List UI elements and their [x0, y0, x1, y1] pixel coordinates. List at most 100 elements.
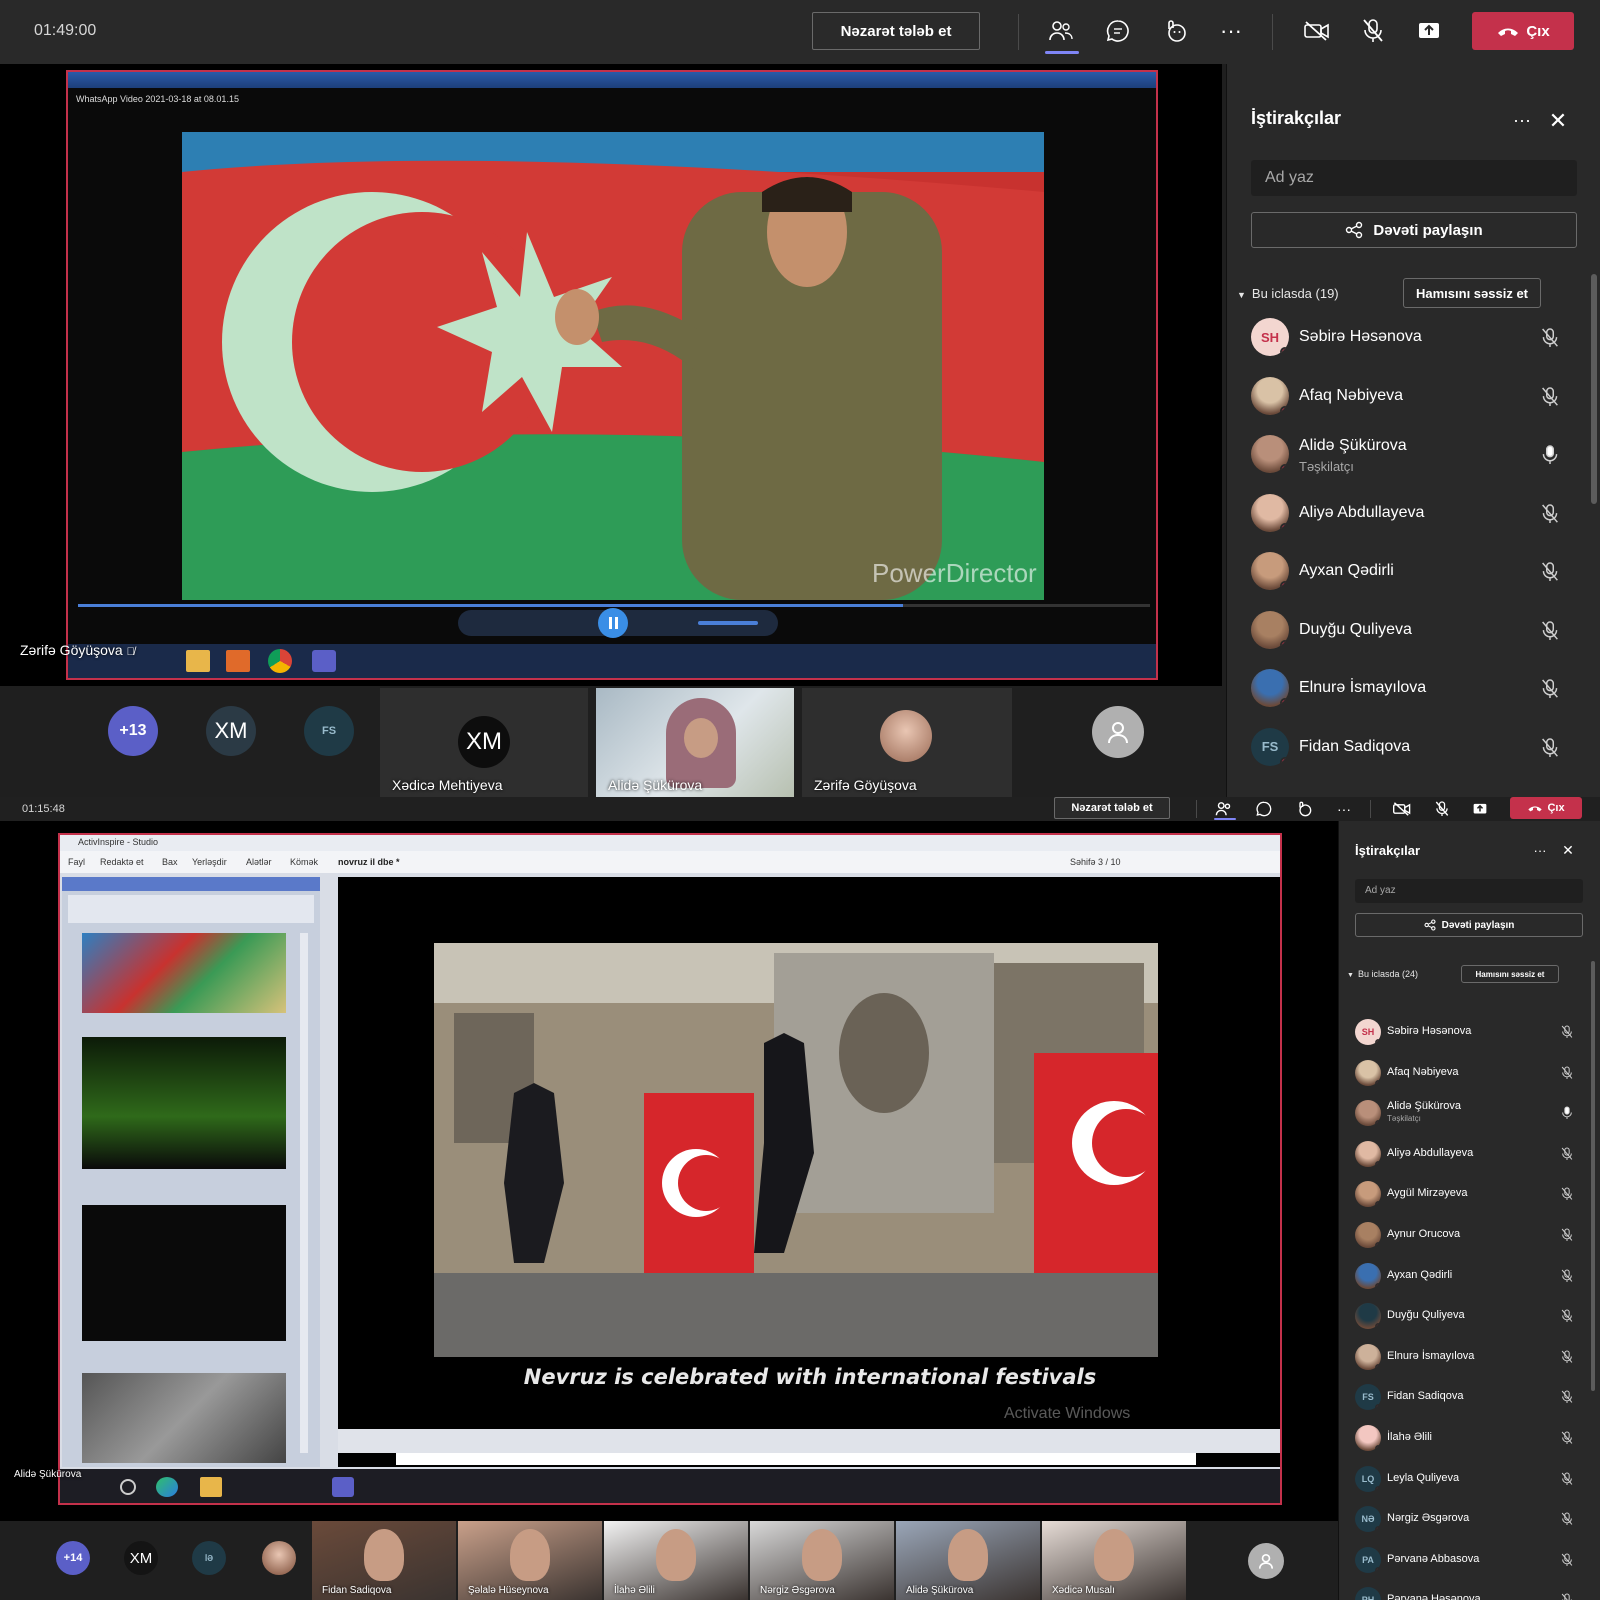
mute-all-button[interactable]: Hamısını səssiz et [1461, 965, 1559, 983]
participant-row[interactable]: PH Pərvanə Həsənova [1339, 1587, 1600, 1600]
mic-off-icon[interactable] [1561, 1228, 1573, 1247]
mic-off-icon[interactable] [1561, 1431, 1573, 1450]
mic-icon[interactable] [1561, 1106, 1573, 1125]
mic-off-icon[interactable] [1561, 1066, 1573, 1085]
mic-off-icon[interactable] [1561, 1309, 1573, 1328]
menu-fayl[interactable]: Fayl [68, 857, 85, 867]
participant-row[interactable]: Aygül Mirzəyeva [1339, 1181, 1600, 1222]
participant-row[interactable]: SH Səbirə Həsənova [1227, 318, 1600, 377]
mic-off-icon[interactable] [1561, 1269, 1573, 1288]
participant-row[interactable]: FS Fidan Sadiqova [1227, 727, 1600, 787]
participant-row[interactable]: LQ Leyla Quliyeva [1339, 1465, 1600, 1507]
participant-row[interactable]: Ayxan Qədirli [1339, 1262, 1600, 1304]
page-thumbnail[interactable] [82, 933, 286, 1013]
video-tile[interactable]: Alidə Şükürova [596, 688, 794, 797]
reactions-icon[interactable] [1294, 799, 1314, 819]
in-meeting-section[interactable]: ▼ Bu iclasda (24) [1347, 969, 1418, 979]
menu-edit[interactable]: Redaktə et [100, 857, 144, 867]
video-tile[interactable]: Şəlalə Hüseynova [458, 1521, 602, 1600]
mic-off-icon[interactable] [1561, 1472, 1573, 1491]
video-tile[interactable]: Xədicə Musalı [1042, 1521, 1186, 1600]
mic-off-icon[interactable] [1541, 620, 1559, 646]
page-thumbnail[interactable] [82, 1373, 286, 1463]
participant-row[interactable]: Afaq Nəbiyeva [1227, 376, 1600, 436]
teams-icon[interactable] [332, 1477, 354, 1497]
menu-tools[interactable]: Alətlər [246, 857, 272, 867]
participant-row[interactable]: Alidə Şükürova Təşkilatçı [1227, 435, 1600, 494]
search-input[interactable]: Ad yaz [1251, 160, 1577, 196]
mic-off-icon[interactable] [1561, 1147, 1573, 1166]
participant-row[interactable]: İlahə Əlili [1339, 1425, 1600, 1466]
participant-row[interactable]: Aliyə Abdullayeva [1227, 493, 1600, 553]
page-thumbnail[interactable] [82, 1205, 286, 1341]
mic-off-icon[interactable] [1432, 799, 1452, 819]
mic-off-icon[interactable] [1541, 386, 1559, 412]
progress-bar[interactable] [396, 1453, 1196, 1465]
video-tile[interactable]: İlahə Əlili [604, 1521, 748, 1600]
more-participants-bubble[interactable]: +13 [108, 706, 158, 756]
close-icon[interactable]: ✕ [1559, 841, 1577, 859]
thumb-scrollbar[interactable] [300, 933, 308, 1453]
user-placeholder-icon[interactable] [1092, 706, 1144, 758]
camera-off-icon[interactable] [1300, 14, 1334, 48]
menu-help[interactable]: Kömək [290, 857, 318, 867]
menu-view[interactable]: Bax [162, 857, 178, 867]
seek-bar[interactable] [78, 604, 1150, 607]
video-tile[interactable]: Fidan Sadiqova [312, 1521, 456, 1600]
participant-row[interactable]: SH Səbirə Həsənova [1339, 1019, 1600, 1060]
page-thumbnail[interactable] [82, 1037, 286, 1169]
folder-icon[interactable] [200, 1477, 222, 1497]
in-meeting-section[interactable]: ▼ Bu iclasda (19) [1237, 286, 1339, 301]
edge-icon[interactable] [156, 1477, 178, 1497]
participant-row[interactable]: Aliyə Abdullayeva [1339, 1140, 1600, 1182]
search-input[interactable]: Ad yaz [1355, 879, 1583, 903]
tool-palette[interactable] [68, 895, 314, 923]
participant-bubble[interactable]: İƏ [192, 1541, 226, 1575]
participant-row[interactable]: NƏ Nərgiz Əsgərova [1339, 1506, 1600, 1547]
video-tile[interactable]: Alidə Şükürova [896, 1521, 1040, 1600]
more-options-icon[interactable]: ··· [1214, 14, 1248, 48]
mic-icon[interactable] [1541, 445, 1559, 470]
leave-button[interactable]: Çıx [1510, 797, 1582, 819]
search-icon[interactable] [120, 1479, 136, 1495]
participant-row[interactable]: Elnurə İsmayılova [1339, 1343, 1600, 1385]
user-placeholder-icon[interactable] [1248, 1543, 1284, 1579]
reactions-icon[interactable] [1158, 14, 1192, 48]
pause-icon[interactable] [598, 608, 628, 638]
people-icon[interactable] [1044, 14, 1078, 48]
people-icon[interactable] [1214, 799, 1234, 819]
request-control-button[interactable]: Nəzarət tələb et [812, 12, 980, 50]
participant-bubble[interactable]: XM [124, 1541, 158, 1575]
video-tile[interactable]: XM Xədicə Mehtiyeva [380, 688, 588, 797]
participant-row[interactable]: Aynur Orucova [1339, 1222, 1600, 1263]
camera-off-icon[interactable] [1392, 799, 1412, 819]
share-screen-icon[interactable] [1412, 14, 1446, 48]
mic-off-icon[interactable] [1561, 1390, 1573, 1409]
chrome-icon[interactable] [268, 649, 292, 673]
participant-row[interactable]: Duyğu Quliyeva [1227, 610, 1600, 670]
teams-icon[interactable] [312, 650, 336, 672]
leave-button[interactable]: Çıx [1472, 12, 1574, 50]
mute-all-button[interactable]: Hamısını səssiz et [1403, 278, 1541, 308]
mic-off-icon[interactable] [1561, 1350, 1573, 1369]
mic-off-icon[interactable] [1561, 1593, 1573, 1600]
mic-off-icon[interactable] [1541, 328, 1559, 353]
participant-bubble[interactable] [262, 1541, 296, 1575]
shared-window[interactable]: ActivInspire - Studio Fayl Redaktə et Ba… [58, 833, 1282, 1505]
participant-bubble[interactable]: FS [304, 706, 354, 756]
participant-row[interactable]: Alidə Şükürova Təşkilatçı [1339, 1100, 1600, 1141]
participant-row[interactable]: Ayxan Qədirli [1227, 552, 1600, 611]
chat-icon[interactable] [1101, 14, 1135, 48]
participant-bubble[interactable]: XM [206, 706, 256, 756]
panel-more-icon[interactable]: ··· [1531, 843, 1549, 858]
panel-more-icon[interactable]: ··· [1509, 110, 1535, 130]
participant-row[interactable]: Elnurə İsmayılova [1227, 669, 1600, 728]
request-control-button[interactable]: Nəzarət tələb et [1054, 797, 1170, 819]
participant-row[interactable]: PA Pərvanə Abbasova [1339, 1546, 1600, 1588]
participant-row[interactable]: Afaq Nəbiyeva [1339, 1059, 1600, 1101]
video-tile[interactable]: Nərgiz Əsgərova [750, 1521, 894, 1600]
share-screen-icon[interactable] [1470, 799, 1490, 819]
shared-window[interactable]: WhatsApp Video 2021-03-18 at 08.01.15 Po… [66, 70, 1158, 680]
mic-off-icon[interactable] [1356, 14, 1390, 48]
chat-icon[interactable] [1254, 799, 1274, 819]
